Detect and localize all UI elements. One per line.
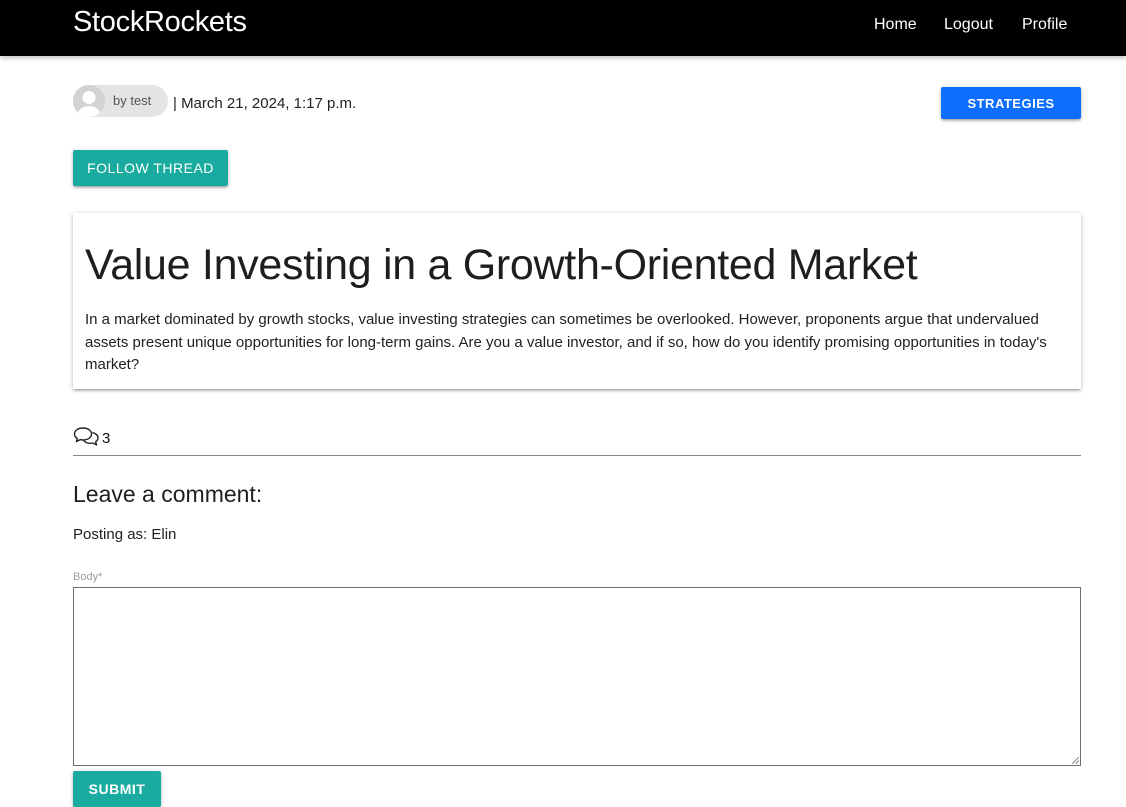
post-date: | March 21, 2024, 1:17 p.m. [173, 95, 357, 112]
avatar [73, 85, 105, 117]
comment-count-value: 3 [102, 429, 111, 447]
strategies-category-button[interactable]: STRATEGIES [941, 87, 1081, 119]
comment-count: 3 [73, 424, 110, 448]
post-card: Value Investing in a Growth-Oriented Mar… [73, 213, 1081, 389]
post-title: Value Investing in a Growth-Oriented Mar… [85, 241, 918, 289]
user-avatar-icon [73, 85, 105, 117]
comments-icon [73, 427, 99, 446]
posting-as-text: Posting as: Elin [73, 526, 177, 543]
body-field-label: Body* [73, 571, 103, 583]
author-chip: by test [73, 85, 168, 117]
divider [73, 455, 1081, 456]
navbar: StockRockets Home Logout Profile [0, 0, 1126, 56]
nav-logout-link[interactable]: Logout [944, 16, 993, 34]
follow-thread-button[interactable]: FOLLOW THREAD [73, 150, 228, 186]
brand-logo[interactable]: StockRockets [73, 6, 247, 39]
submit-button[interactable]: SUBMIT [73, 771, 161, 807]
resize-handle-icon[interactable] [1071, 756, 1079, 764]
comment-body-textarea[interactable] [73, 587, 1081, 766]
leave-comment-heading: Leave a comment: [73, 481, 263, 507]
nav-profile-link[interactable]: Profile [1022, 16, 1067, 34]
nav-home-link[interactable]: Home [874, 16, 917, 34]
author-name: by test [113, 93, 152, 108]
post-body: In a market dominated by growth stocks, … [85, 311, 1047, 373]
